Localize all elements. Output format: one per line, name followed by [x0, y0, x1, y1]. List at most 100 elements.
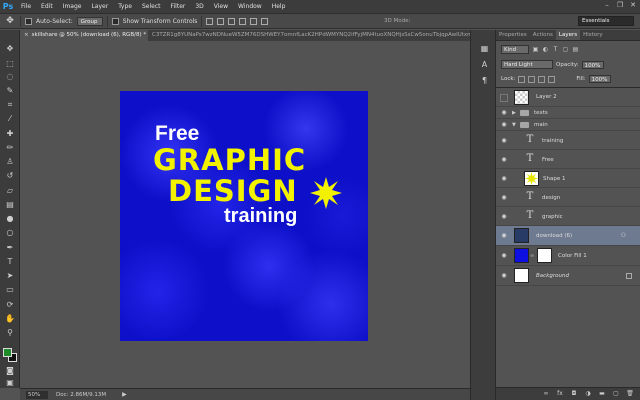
menu-layer[interactable]: Layer	[86, 0, 113, 13]
foreground-color-swatch[interactable]	[3, 348, 12, 357]
lock-pixels-icon[interactable]	[528, 75, 536, 83]
blend-mode-dropdown[interactable]: Hard Light	[501, 60, 553, 69]
auto-select-checkbox[interactable]	[25, 17, 32, 25]
quick-mask-icon[interactable]: ◙	[3, 366, 17, 376]
layer-group-row[interactable]: ◉ ▼ main	[496, 119, 640, 131]
eye-icon[interactable]: ◉	[500, 253, 508, 259]
auto-select-dropdown[interactable]: Group	[76, 16, 103, 26]
menu-view[interactable]: View	[209, 0, 233, 13]
eye-icon[interactable]: ◉	[500, 273, 508, 279]
tab-actions[interactable]: Actions	[530, 30, 556, 40]
eye-icon[interactable]: ◉	[500, 176, 508, 182]
fill-field[interactable]: 100%	[588, 75, 611, 83]
lock-transparent-icon[interactable]	[518, 75, 526, 83]
type-tool-icon[interactable]: T	[3, 257, 17, 267]
marquee-tool-icon[interactable]: ⬚	[3, 59, 17, 69]
rectangle-tool-icon[interactable]: ▭	[3, 285, 17, 295]
eraser-tool-icon[interactable]: ▱	[3, 186, 17, 196]
trash-icon[interactable]: 🗑	[626, 390, 634, 398]
history-brush-tool-icon[interactable]: ↺	[3, 171, 17, 181]
layer-row-selected[interactable]: ◉ download (6) ⚇	[496, 226, 640, 246]
layer-row[interactable]: ◉ T design	[496, 188, 640, 207]
smart-object-filter-icon[interactable]: ▤	[572, 46, 579, 53]
path-select-tool-icon[interactable]: ➤	[3, 271, 17, 281]
fx-icon[interactable]: fx	[556, 390, 564, 398]
menu-filter[interactable]: Filter	[166, 0, 191, 13]
shape-filter-icon[interactable]: ▢	[562, 46, 569, 53]
align-center-icon[interactable]	[250, 17, 258, 25]
artwork-canvas[interactable]: Free GRAPHIC DESIGN training	[120, 91, 368, 341]
menu-3d[interactable]: 3D	[190, 0, 208, 13]
menu-window[interactable]: Window	[233, 0, 267, 13]
gradient-tool-icon[interactable]: ▤	[3, 200, 17, 210]
new-layer-icon[interactable]: ▢	[612, 390, 620, 398]
close-tab-icon[interactable]: ×	[24, 32, 29, 38]
layer-row[interactable]: ◉ Background	[496, 266, 640, 286]
brush-tool-icon[interactable]: ✏	[3, 143, 17, 153]
layer-group-row[interactable]: ◉ ▶ texts	[496, 107, 640, 119]
chevron-right-icon[interactable]: ▶	[512, 110, 518, 116]
layer-row[interactable]: ◉ T Free	[496, 150, 640, 169]
layer-row[interactable]: ◉ ∞ Color Fill 1	[496, 246, 640, 266]
visibility-toggle-empty[interactable]	[500, 94, 508, 102]
eye-icon[interactable]: ◉	[500, 122, 508, 128]
pen-tool-icon[interactable]: ✒	[3, 243, 17, 253]
hand-tool-icon[interactable]: ✋	[3, 314, 17, 324]
eye-icon[interactable]: ◉	[500, 157, 508, 163]
close-button[interactable]: ✕	[628, 1, 638, 10]
menu-edit[interactable]: Edit	[36, 0, 58, 13]
align-right-icon[interactable]	[261, 17, 269, 25]
eye-icon[interactable]: ◉	[500, 214, 508, 220]
zoom-level[interactable]: 50%	[26, 390, 48, 399]
menu-type[interactable]: Type	[113, 0, 137, 13]
3d-tool-icon[interactable]: ⟳	[3, 300, 17, 310]
canvas-area[interactable]: Free GRAPHIC DESIGN training	[20, 41, 470, 388]
restore-button[interactable]: ❐	[615, 1, 625, 10]
link-icon[interactable]: ∞	[542, 390, 550, 398]
menu-select[interactable]: Select	[137, 0, 166, 13]
align-middle-icon[interactable]	[217, 17, 225, 25]
lock-position-icon[interactable]	[538, 75, 546, 83]
menu-image[interactable]: Image	[58, 0, 87, 13]
adjustment-filter-icon[interactable]: ◐	[542, 46, 549, 53]
layer-row[interactable]: Layer 2	[496, 88, 640, 107]
chevron-down-icon[interactable]: ▼	[512, 122, 518, 128]
document-tab-inactive[interactable]: C3TZR1g8YUNaPs7wzNDNueW5ZM76DSHWEY7omnfL…	[148, 30, 470, 41]
transform-controls-checkbox[interactable]	[111, 17, 119, 25]
lock-all-icon[interactable]	[548, 75, 556, 83]
layer-row[interactable]: ◉ T training	[496, 131, 640, 150]
align-bottom-icon[interactable]	[228, 17, 236, 25]
mask-icon[interactable]: ◘	[570, 390, 578, 398]
align-left-icon[interactable]	[239, 17, 247, 25]
pixel-filter-icon[interactable]: ▣	[532, 46, 539, 53]
minimize-button[interactable]: –	[602, 1, 612, 10]
tab-layers[interactable]: Layers	[555, 30, 581, 40]
lasso-tool-icon[interactable]: ◌	[3, 72, 17, 82]
layer-row[interactable]: ◉ Shape 1	[496, 169, 640, 188]
tab-properties[interactable]: Properties	[496, 30, 530, 40]
layer-row[interactable]: ◉ T graphic	[496, 207, 640, 226]
paragraph-panel-icon[interactable]: ¶	[479, 76, 490, 86]
blur-tool-icon[interactable]: ●	[3, 214, 17, 224]
dodge-tool-icon[interactable]: ○	[3, 228, 17, 238]
status-menu-arrow-icon[interactable]: ▶	[122, 391, 127, 398]
quick-select-tool-icon[interactable]: ✎	[3, 86, 17, 96]
crop-tool-icon[interactable]: ⌗	[3, 100, 17, 110]
move-tool-icon[interactable]: ✥	[4, 15, 16, 27]
text-filter-icon[interactable]: T	[552, 46, 559, 53]
align-top-icon[interactable]	[206, 17, 214, 25]
folder-icon[interactable]: ▬	[598, 390, 606, 398]
eye-icon[interactable]: ◉	[500, 110, 508, 116]
opacity-field[interactable]: 100%	[581, 60, 604, 69]
eye-icon[interactable]: ◉	[500, 138, 508, 144]
history-panel-icon[interactable]: ▦	[479, 44, 490, 54]
healing-brush-tool-icon[interactable]: ✚	[3, 129, 17, 139]
screen-mode-icon[interactable]: ▣	[3, 378, 17, 388]
character-panel-icon[interactable]: A	[479, 60, 490, 70]
kind-filter-dropdown[interactable]: Kind	[501, 45, 529, 54]
zoom-tool-icon[interactable]: ⚲	[3, 328, 17, 338]
adjustment-icon[interactable]: ◑	[584, 390, 592, 398]
clone-stamp-tool-icon[interactable]: ♙	[3, 157, 17, 167]
menu-help[interactable]: Help	[267, 0, 291, 13]
eye-icon[interactable]: ◉	[500, 233, 508, 239]
